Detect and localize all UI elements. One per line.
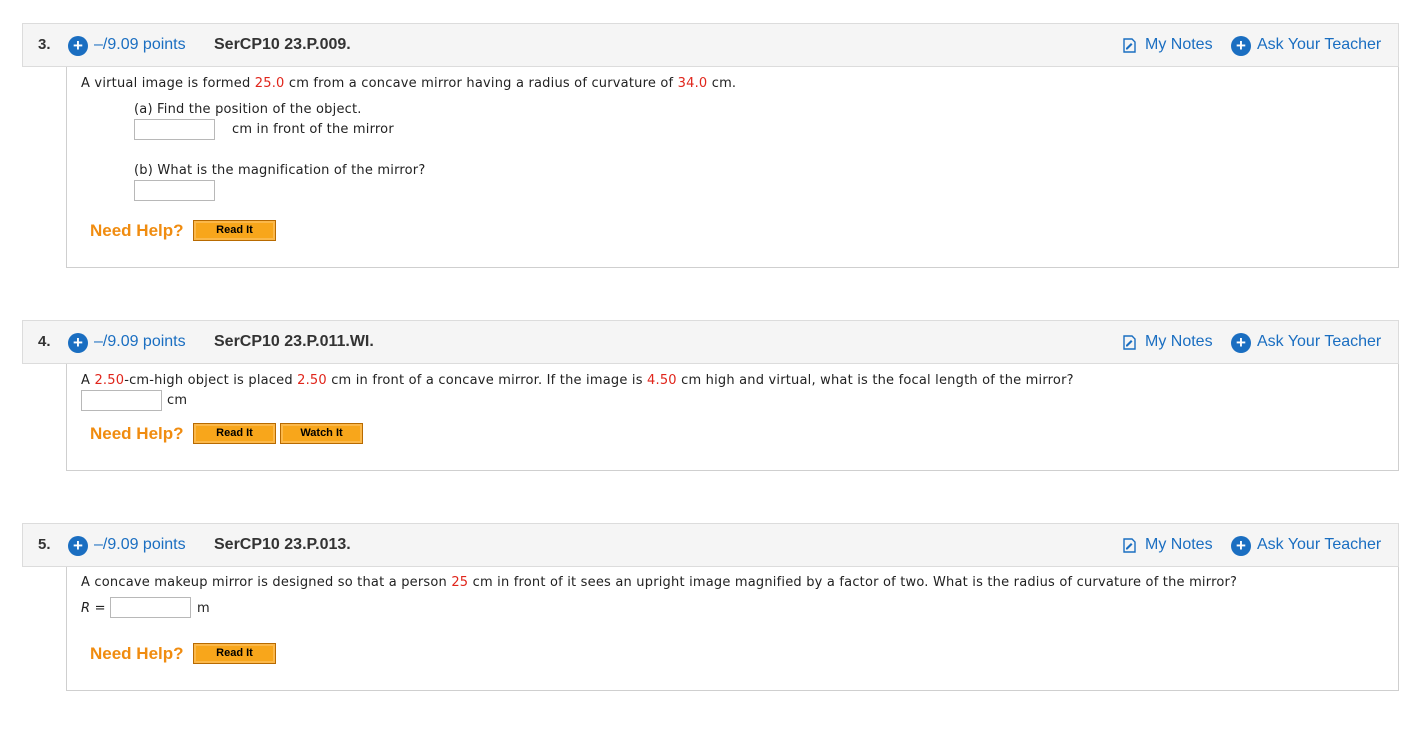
- question-number: 3.: [38, 36, 51, 53]
- question-header: 5. + –/9.09 points SerCP10 23.P.013. My …: [22, 523, 1399, 567]
- my-notes-link[interactable]: My Notes: [1145, 36, 1213, 54]
- read-it-button[interactable]: Read It: [193, 220, 276, 241]
- answer-unit: cm: [167, 393, 188, 408]
- notes-icon[interactable]: [1123, 538, 1136, 553]
- read-it-button[interactable]: Read It: [193, 643, 276, 664]
- read-it-button[interactable]: Read It: [193, 423, 276, 444]
- part-b-prompt: (b) What is the magnification of the mir…: [134, 163, 426, 178]
- part-a-unit: cm in front of the mirror: [232, 122, 394, 137]
- my-notes-link[interactable]: My Notes: [1145, 536, 1213, 554]
- points-label[interactable]: –/9.09 points: [94, 536, 186, 554]
- expand-plus-icon[interactable]: +: [68, 36, 88, 56]
- notes-icon[interactable]: [1123, 38, 1136, 53]
- ask-teacher-plus-icon[interactable]: +: [1231, 36, 1251, 56]
- ask-teacher-plus-icon[interactable]: +: [1231, 536, 1251, 556]
- my-notes-link[interactable]: My Notes: [1145, 333, 1213, 351]
- ask-your-teacher-link[interactable]: Ask Your Teacher: [1257, 536, 1381, 554]
- points-label[interactable]: –/9.09 points: [94, 333, 186, 351]
- watch-it-button[interactable]: Watch It: [280, 423, 363, 444]
- question-code: SerCP10 23.P.011.WI.: [214, 333, 374, 350]
- part-a-answer-input[interactable]: [134, 119, 215, 140]
- answer-input[interactable]: [81, 390, 162, 411]
- question-number: 5.: [38, 536, 51, 553]
- radius-answer-input[interactable]: [110, 597, 191, 618]
- need-help-label: Need Help?: [90, 221, 184, 240]
- part-b-answer-input[interactable]: [134, 180, 215, 201]
- answer-unit: m: [197, 601, 210, 616]
- question-code: SerCP10 23.P.009.: [214, 36, 351, 53]
- question-body: A 2.50-cm-high object is placed 2.50 cm …: [66, 364, 1399, 471]
- part-a-prompt: (a) Find the position of the object.: [134, 102, 362, 117]
- expand-plus-icon[interactable]: +: [68, 333, 88, 353]
- question-prompt: A concave makeup mirror is designed so t…: [81, 575, 1238, 590]
- need-help-label: Need Help?: [90, 644, 184, 663]
- variable-label: R =: [81, 601, 106, 616]
- question-prompt: A 2.50-cm-high object is placed 2.50 cm …: [81, 373, 1074, 388]
- question-prompt: A virtual image is formed 25.0 cm from a…: [81, 76, 737, 91]
- notes-icon[interactable]: [1123, 335, 1136, 350]
- expand-plus-icon[interactable]: +: [68, 536, 88, 556]
- question-body: A concave makeup mirror is designed so t…: [66, 567, 1399, 691]
- question-header: 4. + –/9.09 points SerCP10 23.P.011.WI. …: [22, 320, 1399, 364]
- question-number: 4.: [38, 333, 51, 350]
- points-label[interactable]: –/9.09 points: [94, 36, 186, 54]
- question-header: 3. + –/9.09 points SerCP10 23.P.009. My …: [22, 23, 1399, 67]
- question-body: A virtual image is formed 25.0 cm from a…: [66, 67, 1399, 268]
- question-code: SerCP10 23.P.013.: [214, 536, 351, 553]
- ask-your-teacher-link[interactable]: Ask Your Teacher: [1257, 333, 1381, 351]
- ask-teacher-plus-icon[interactable]: +: [1231, 333, 1251, 353]
- need-help-label: Need Help?: [90, 424, 184, 443]
- ask-your-teacher-link[interactable]: Ask Your Teacher: [1257, 36, 1381, 54]
